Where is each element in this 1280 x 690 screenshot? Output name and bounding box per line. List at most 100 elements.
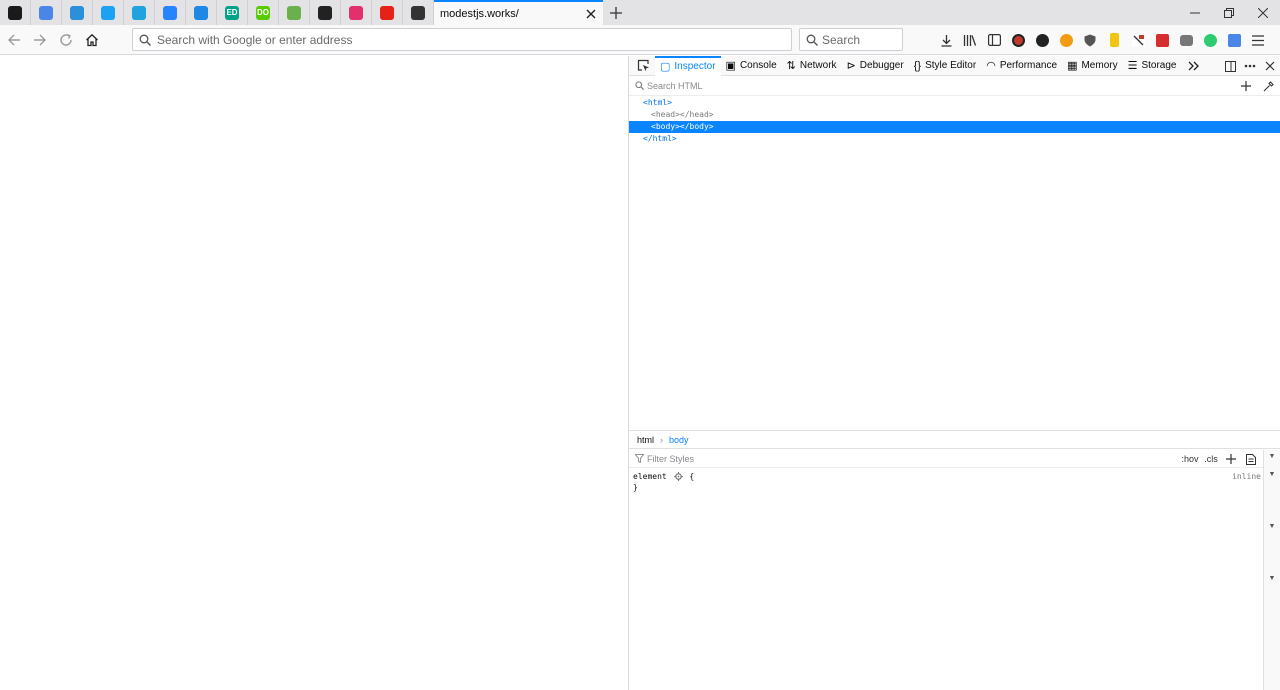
pinned-tab[interactable]: DO — [248, 0, 279, 25]
tab-style-editor[interactable]: {} Style Editor — [909, 56, 982, 76]
breadcrumb-body[interactable]: body — [669, 435, 689, 445]
pinned-tab[interactable] — [403, 0, 434, 25]
reload-button[interactable] — [54, 28, 78, 52]
add-rule-button[interactable] — [1223, 450, 1239, 468]
extension-yellow-button[interactable] — [1102, 28, 1126, 52]
forward-button[interactable] — [28, 28, 52, 52]
search-html-input[interactable] — [647, 80, 1197, 91]
extension-shield-button[interactable] — [1078, 28, 1102, 52]
extension-orange-button[interactable] — [1054, 28, 1078, 52]
tab-debugger[interactable]: ⊳ Debugger — [842, 56, 909, 76]
search-bar[interactable] — [799, 28, 903, 51]
extension-translate-button[interactable] — [1222, 28, 1246, 52]
reload-icon — [60, 33, 72, 46]
url-input[interactable] — [157, 32, 757, 47]
downloads-button[interactable] — [934, 28, 958, 52]
close-devtools-button[interactable] — [1260, 56, 1280, 76]
pinned-tab[interactable] — [155, 0, 186, 25]
pinned-tab[interactable] — [279, 0, 310, 25]
pinned-tab[interactable] — [124, 0, 155, 25]
rule-source[interactable]: inline — [1232, 471, 1261, 482]
twitter-icon — [101, 5, 115, 20]
element-picker-icon — [637, 59, 649, 71]
extension-flash-button[interactable] — [1150, 28, 1174, 52]
github-cat-icon — [411, 5, 425, 20]
plus-icon — [1226, 454, 1236, 464]
extension-octocat-icon — [1035, 33, 1049, 47]
filter-styles-input[interactable] — [647, 453, 1097, 464]
extension-github-button[interactable] — [1030, 28, 1054, 52]
pinned-tab[interactable] — [341, 0, 372, 25]
double-chevron-right-icon — [1188, 61, 1199, 70]
chevron-down-icon[interactable]: ▼ — [1264, 450, 1280, 462]
search-icon — [139, 34, 151, 46]
home-button[interactable] — [80, 28, 104, 52]
tab-memory[interactable]: ▦ Memory — [1062, 56, 1123, 76]
chevron-down-icon[interactable]: ▼ — [1264, 468, 1280, 480]
eyedropper-button[interactable] — [1258, 76, 1278, 96]
tab-title: modestjs.works/ — [440, 7, 519, 20]
breadcrumb: html › body — [629, 430, 1280, 449]
pinned-tab[interactable] — [186, 0, 217, 25]
add-node-button[interactable] — [1236, 76, 1256, 96]
devtools-options-button[interactable] — [1240, 56, 1260, 76]
pinned-tab[interactable] — [310, 0, 341, 25]
markup-node-html-close[interactable]: </html> — [629, 133, 1280, 145]
pinned-tab[interactable]: ED — [217, 0, 248, 25]
network-icon: ⇅ — [786, 60, 796, 72]
extension-gray-button[interactable] — [1174, 28, 1198, 52]
pinned-tab[interactable] — [0, 0, 31, 25]
more-tools-button[interactable] — [1184, 56, 1204, 76]
markup-node-html[interactable]: <html> — [629, 97, 1280, 109]
home-icon — [86, 33, 98, 46]
cls-toggle[interactable]: .cls — [1203, 450, 1219, 468]
back-button[interactable] — [2, 28, 26, 52]
pinned-tab[interactable] — [372, 0, 403, 25]
active-tab[interactable]: modestjs.works/ — [434, 0, 603, 25]
keepass-icon — [8, 5, 22, 20]
forward-arrow-icon — [34, 34, 46, 45]
print-media-button[interactable] — [1243, 450, 1259, 468]
tab-storage[interactable]: ☰ Storage — [1123, 56, 1182, 76]
devtools-tab-label: Console — [739, 60, 777, 71]
extension-rss-button[interactable] — [1126, 28, 1150, 52]
extension-red-square-icon — [1155, 33, 1169, 47]
address-bar[interactable] — [132, 28, 792, 51]
tab-inspector[interactable]: ▢ Inspector — [655, 55, 721, 76]
html-close-tag: </html> — [643, 134, 677, 143]
tab-performance[interactable]: ◠ Performance — [981, 56, 1062, 76]
extension-translate-icon — [1227, 33, 1241, 47]
pinned-tab[interactable] — [31, 0, 62, 25]
minimize-button[interactable] — [1178, 0, 1212, 25]
hov-toggle[interactable]: :hov — [1180, 450, 1200, 468]
restore-button[interactable] — [1212, 0, 1246, 25]
devtools-tab-label: Debugger — [859, 60, 904, 71]
extension-ublock-button[interactable] — [1006, 28, 1030, 52]
markup-node-body[interactable]: <body></body> — [629, 121, 1280, 133]
pinned-tab[interactable] — [62, 0, 93, 25]
close-window-button[interactable] — [1246, 0, 1280, 25]
sidebar-scrollbar[interactable]: ▼ ▼ ▼ ▼ — [1263, 450, 1280, 690]
chevron-down-icon[interactable]: ▼ — [1264, 520, 1280, 532]
markup-node-head[interactable]: <head></head> — [629, 109, 1280, 121]
breadcrumb-html[interactable]: html — [637, 435, 654, 445]
dock-side-button[interactable] — [1220, 56, 1240, 76]
new-tab-button[interactable] — [603, 0, 629, 25]
tab-console[interactable]: ▣ Console — [721, 56, 782, 76]
close-icon — [1265, 61, 1275, 71]
eyedropper-icon — [1263, 80, 1274, 91]
sidebar-button[interactable] — [982, 28, 1006, 52]
inspector-icon: ▢ — [660, 61, 671, 73]
extension-green-button[interactable] — [1198, 28, 1222, 52]
menu-button[interactable] — [1246, 28, 1270, 52]
library-button[interactable] — [958, 28, 982, 52]
tab-network[interactable]: ⇅ Network — [782, 56, 842, 76]
gear-icon[interactable] — [673, 472, 683, 481]
chevron-down-icon[interactable]: ▼ — [1264, 572, 1280, 584]
pinned-tab[interactable] — [93, 0, 124, 25]
element-picker-button[interactable] — [631, 56, 655, 76]
search-input[interactable] — [822, 32, 902, 47]
close-tab-icon[interactable] — [581, 4, 601, 24]
edx-icon: ED — [225, 5, 239, 20]
breadcrumb-separator-icon: › — [660, 434, 664, 445]
